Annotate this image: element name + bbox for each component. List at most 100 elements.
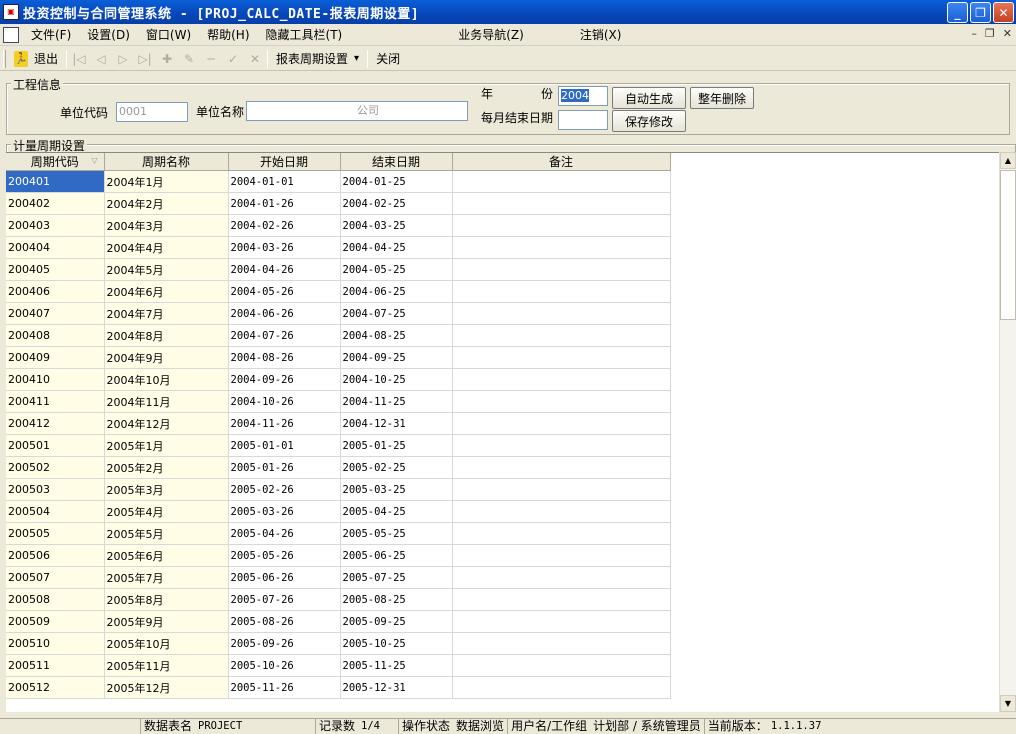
period-code-cell[interactable]: 200404 [6,236,105,259]
end-date-cell[interactable]: 2004-01-25 [340,170,453,193]
end-date-cell[interactable]: 2005-11-25 [340,654,453,677]
end-date-cell[interactable]: 2005-09-25 [340,610,453,633]
edit-record-icon[interactable]: ✎ [181,51,197,67]
restore-button[interactable]: ❐ [970,2,991,23]
table-row[interactable]: 200503 2005年3月 2005-02-26 2005-03-25 [6,478,671,501]
remarks-cell[interactable] [452,456,671,479]
period-name-cell[interactable]: 2004年9月 [104,346,229,369]
month-end-field[interactable] [558,110,608,130]
table-row[interactable]: 200501 2005年1月 2005-01-01 2005-01-25 [6,434,671,457]
table-row[interactable]: 200408 2004年8月 2004-07-26 2004-08-25 [6,324,671,347]
menu-business-nav[interactable]: 业务导航(Z) [450,25,532,45]
start-date-cell[interactable]: 2004-06-26 [228,302,341,325]
remarks-cell[interactable] [452,566,671,589]
table-row[interactable]: 200510 2005年10月 2005-09-26 2005-10-25 [6,632,671,655]
period-name-cell[interactable]: 2005年10月 [104,632,229,655]
start-date-cell[interactable]: 2004-04-26 [228,258,341,281]
start-date-cell[interactable]: 2005-07-26 [228,588,341,611]
remarks-cell[interactable] [452,522,671,545]
end-date-cell[interactable]: 2004-08-25 [340,324,453,347]
end-date-cell[interactable]: 2004-10-25 [340,368,453,391]
close-button[interactable]: 关闭 [372,49,404,69]
end-date-cell[interactable]: 2005-05-25 [340,522,453,545]
period-code-cell[interactable]: 200405 [6,258,105,281]
period-code-cell[interactable]: 200410 [6,368,105,391]
start-date-cell[interactable]: 2005-02-26 [228,478,341,501]
table-row[interactable]: 200502 2005年2月 2005-01-26 2005-02-25 [6,456,671,479]
start-date-cell[interactable]: 2005-04-26 [228,522,341,545]
period-name-cell[interactable]: 2005年4月 [104,500,229,523]
next-record-icon[interactable]: ▷ [115,51,131,67]
period-name-cell[interactable]: 2005年2月 [104,456,229,479]
period-code-cell[interactable]: 200501 [6,434,105,457]
menu-settings[interactable]: 设置(D) [79,25,138,45]
period-code-cell[interactable]: 200505 [6,522,105,545]
table-row[interactable]: 200403 2004年3月 2004-02-26 2004-03-25 [6,214,671,237]
column-header-start-date[interactable]: 开始日期 [228,153,341,171]
minimize-button[interactable]: _ [947,2,968,23]
end-date-cell[interactable]: 2005-10-25 [340,632,453,655]
start-date-cell[interactable]: 2004-09-26 [228,368,341,391]
end-date-cell[interactable]: 2005-06-25 [340,544,453,567]
remarks-cell[interactable] [452,280,671,303]
end-date-cell[interactable]: 2004-05-25 [340,258,453,281]
period-name-cell[interactable]: 2004年2月 [104,192,229,215]
end-date-cell[interactable]: 2004-06-25 [340,280,453,303]
start-date-cell[interactable]: 2005-06-26 [228,566,341,589]
remarks-cell[interactable] [452,236,671,259]
period-code-cell[interactable]: 200502 [6,456,105,479]
remarks-cell[interactable] [452,390,671,413]
start-date-cell[interactable]: 2004-03-26 [228,236,341,259]
period-name-cell[interactable]: 2004年12月 [104,412,229,435]
table-row[interactable]: 200504 2005年4月 2005-03-26 2005-04-25 [6,500,671,523]
remarks-cell[interactable] [452,676,671,699]
remarks-cell[interactable] [452,412,671,435]
remarks-cell[interactable] [452,346,671,369]
table-row[interactable]: 200509 2005年9月 2005-08-26 2005-09-25 [6,610,671,633]
table-row[interactable]: 200407 2004年7月 2004-06-26 2004-07-25 [6,302,671,325]
period-code-cell[interactable]: 200406 [6,280,105,303]
start-date-cell[interactable]: 2004-08-26 [228,346,341,369]
period-name-cell[interactable]: 2004年7月 [104,302,229,325]
start-date-cell[interactable]: 2004-10-26 [228,390,341,413]
period-name-cell[interactable]: 2004年4月 [104,236,229,259]
remarks-cell[interactable] [452,654,671,677]
scroll-thumb[interactable] [1000,170,1016,320]
remarks-cell[interactable] [452,434,671,457]
end-date-cell[interactable]: 2005-03-25 [340,478,453,501]
remarks-cell[interactable] [452,478,671,501]
end-date-cell[interactable]: 2005-04-25 [340,500,453,523]
column-header-end-date[interactable]: 结束日期 [340,153,453,171]
period-settings-dropdown[interactable]: 报表周期设置 ▾ [272,49,363,69]
menu-window[interactable]: 窗口(W) [138,25,199,45]
menu-logout[interactable]: 注销(X) [572,25,630,45]
end-date-cell[interactable]: 2005-01-25 [340,434,453,457]
table-row[interactable]: 200402 2004年2月 2004-01-26 2004-02-25 [6,192,671,215]
column-header-period-name[interactable]: 周期名称 [104,153,229,171]
first-record-icon[interactable]: |◁ [71,51,87,67]
period-code-cell[interactable]: 200507 [6,566,105,589]
document-icon[interactable] [3,26,19,43]
remarks-cell[interactable] [452,324,671,347]
end-date-cell[interactable]: 2005-12-31 [340,676,453,699]
start-date-cell[interactable]: 2005-01-26 [228,456,341,479]
table-row[interactable]: 200511 2005年11月 2005-10-26 2005-11-25 [6,654,671,677]
period-code-cell[interactable]: 200401 [6,170,105,193]
table-row[interactable]: 200411 2004年11月 2004-10-26 2004-11-25 [6,390,671,413]
period-name-cell[interactable]: 2004年11月 [104,390,229,413]
period-code-cell[interactable]: 200512 [6,676,105,699]
remarks-cell[interactable] [452,368,671,391]
period-code-cell[interactable]: 200402 [6,192,105,215]
delete-year-button[interactable]: 整年删除 [690,87,754,109]
start-date-cell[interactable]: 2004-07-26 [228,324,341,347]
period-name-cell[interactable]: 2005年1月 [104,434,229,457]
period-code-cell[interactable]: 200511 [6,654,105,677]
start-date-cell[interactable]: 2004-01-26 [228,192,341,215]
year-field[interactable]: 2004 [558,86,608,106]
table-row[interactable]: 200507 2005年7月 2005-06-26 2005-07-25 [6,566,671,589]
end-date-cell[interactable]: 2005-07-25 [340,566,453,589]
table-row[interactable]: 200508 2005年8月 2005-07-26 2005-08-25 [6,588,671,611]
start-date-cell[interactable]: 2005-11-26 [228,676,341,699]
remarks-cell[interactable] [452,500,671,523]
remarks-cell[interactable] [452,192,671,215]
